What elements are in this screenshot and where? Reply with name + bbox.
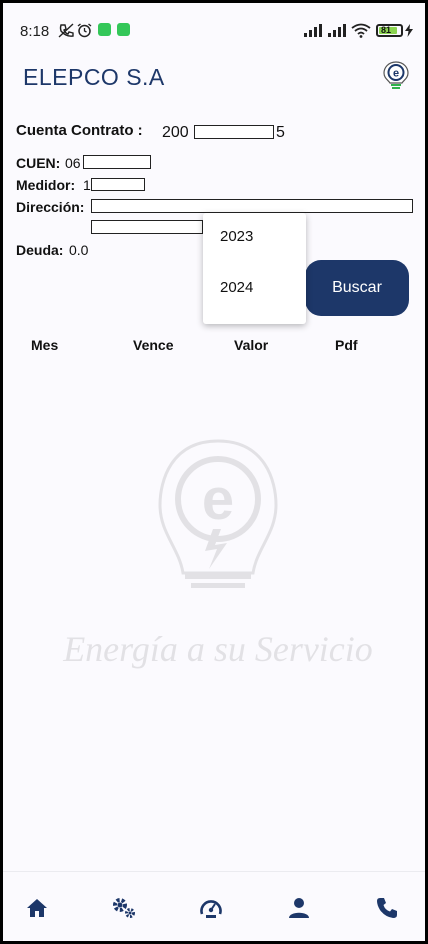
year-dropdown-menu: 2023 2024 (203, 213, 306, 324)
watermark-slogan: Energía a su Servicio (62, 629, 373, 669)
contract-label: Cuenta Contrato : (16, 122, 143, 139)
column-header-value: Valor (234, 337, 269, 353)
elepco-watermark: e Energía a su Servicio (53, 433, 383, 693)
wifi-icon (351, 23, 371, 43)
search-button[interactable]: Buscar (305, 260, 409, 316)
phone-icon[interactable] (373, 894, 401, 922)
signal-icon-2 (327, 23, 347, 42)
home-icon[interactable] (23, 894, 51, 922)
address-label: Dirección: (16, 199, 85, 215)
meter-label: Medidor: (16, 177, 76, 193)
year-option-2023[interactable]: 2023 (220, 228, 253, 245)
alarm-icon (77, 23, 92, 43)
battery-icon: 81 (376, 24, 403, 37)
column-header-pdf: Pdf (335, 337, 358, 353)
address-redacted-line1 (91, 199, 413, 213)
battery-level: 81 (381, 25, 392, 35)
debt-label: Deuda: (16, 242, 64, 258)
column-header-due: Vence (133, 337, 174, 353)
meter-redacted (91, 178, 145, 191)
cuen-redacted (83, 155, 151, 169)
cuen-label: CUEN: (16, 155, 61, 171)
svg-text:e: e (202, 467, 234, 532)
cuen-value: 06 (65, 155, 81, 171)
notification-app-icon (98, 23, 111, 41)
app-screen: 8:18 81 ELEPCO S.A e Cuenta Contrato: 2… (0, 0, 428, 944)
contract-prefix: 200 (162, 124, 189, 141)
status-time: 8:18 (20, 23, 50, 40)
debt-value: 0.0 (69, 242, 89, 258)
call-forward-icon (58, 23, 74, 43)
column-header-month: Mes (31, 337, 59, 353)
charging-icon (405, 24, 413, 42)
bottom-navigation (3, 871, 425, 941)
contract-suffix: 5 (276, 124, 285, 141)
meter-gauge-icon[interactable] (197, 894, 225, 922)
signal-icon (303, 23, 323, 42)
settings-gears-icon[interactable] (110, 894, 138, 922)
app-title: ELEPCO S.A (23, 64, 165, 90)
elepco-logo-icon: e (383, 61, 409, 91)
address-redacted-line2 (91, 220, 203, 234)
year-option-2024[interactable]: 2024 (220, 279, 253, 296)
contract-redacted (194, 125, 274, 139)
status-bar: 8:18 81 (3, 3, 425, 47)
profile-icon[interactable] (285, 894, 313, 922)
notification-app-icon-2 (117, 23, 130, 41)
meter-value: 1 (83, 177, 91, 193)
svg-text:e: e (393, 68, 399, 80)
